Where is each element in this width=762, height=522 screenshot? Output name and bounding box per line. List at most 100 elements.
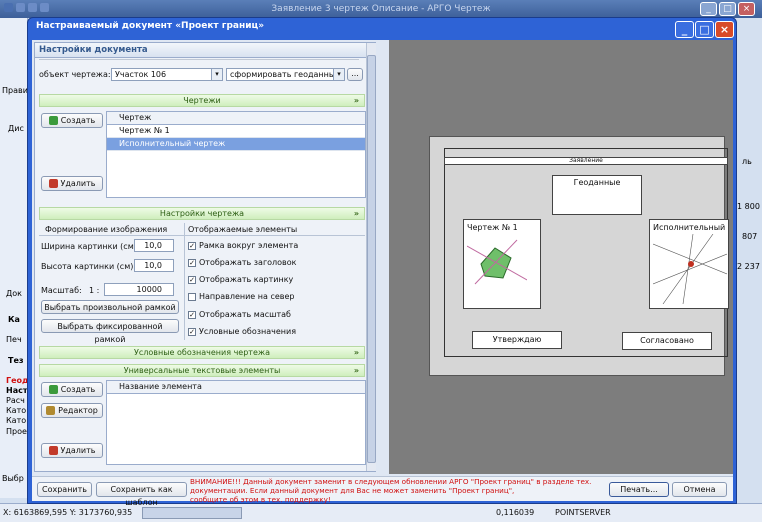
bg-label: Выбр xyxy=(2,474,24,483)
scale-readout: 0,116039 xyxy=(496,508,535,517)
save-as-template-button[interactable]: Сохранить как шаблон xyxy=(96,482,187,507)
snap-toolbar[interactable] xyxy=(142,507,242,519)
save-icon[interactable] xyxy=(16,3,25,12)
exec-drawing-frame[interactable]: Исполнительный чер xyxy=(649,219,729,309)
cancel-button[interactable]: Отмена xyxy=(672,482,727,497)
bg-tab[interactable]: Дис xyxy=(8,124,24,133)
close-button[interactable]: × xyxy=(715,21,734,38)
bg-label: Расч xyxy=(6,396,25,405)
geodata-frame[interactable]: Геоданные xyxy=(552,175,642,215)
object-label: объект чертежа: xyxy=(39,70,111,79)
scale-input[interactable]: 10000 xyxy=(104,283,174,296)
dialog-body: Настройки документа объект чертежа: Учас… xyxy=(32,40,733,507)
minimize-button[interactable]: _ xyxy=(675,21,694,38)
checkbox-scale[interactable]: ✓ Отображать масштаб xyxy=(188,310,291,319)
checkbox-label: Отображать заголовок xyxy=(199,258,297,267)
table-header: Название элемента xyxy=(107,381,365,394)
scrollbar[interactable] xyxy=(366,43,376,471)
bg-close-button[interactable]: × xyxy=(738,2,755,16)
plus-icon xyxy=(48,385,58,394)
warning-line: ВНИМАНИЕ!!! Данный документ заменит в сл… xyxy=(190,477,592,486)
checkbox-image[interactable]: ✓ Отображать картинку xyxy=(188,275,293,284)
redo-icon[interactable] xyxy=(40,3,49,12)
scale-label: Масштаб: xyxy=(41,286,82,295)
texts-header[interactable]: Универсальные текстовые элементы » xyxy=(39,364,365,377)
collapse-icon[interactable]: » xyxy=(354,95,359,107)
approve-label: Утверждаю xyxy=(492,335,542,344)
agreed-frame[interactable]: Согласовано xyxy=(622,332,712,350)
divider xyxy=(39,235,184,236)
height-input[interactable]: 10,0 xyxy=(134,259,174,272)
delete-text-button[interactable]: Удалить xyxy=(41,443,103,458)
bg-label: Прое xyxy=(6,427,27,436)
checkbox-icon[interactable]: ✓ xyxy=(188,310,196,319)
chevron-down-icon[interactable]: ▾ xyxy=(333,69,344,80)
action-select[interactable]: сформировать геоданные ▾ xyxy=(226,68,345,81)
bg-maximize-button[interactable]: □ xyxy=(719,2,736,16)
maximize-button[interactable]: □ xyxy=(695,21,714,38)
bg-tab[interactable]: Док xyxy=(6,289,22,298)
checkbox-frame[interactable]: ✓ Рамка вокруг элемента xyxy=(188,241,298,250)
more-button[interactable]: ... xyxy=(347,68,363,81)
object-select[interactable]: Участок 106 ▾ xyxy=(111,68,223,81)
drawings-table: Чертеж Чертеж № 1 Исполнительный чертеж xyxy=(106,111,366,198)
bg-value: 807 xyxy=(742,232,758,241)
bg-label: ль xyxy=(742,157,752,166)
status-bar: X: 6163869,595 Y: 3173760,935 0,116039 P… xyxy=(0,503,762,522)
checkbox-label: Отображать картинку xyxy=(199,275,294,284)
undo-icon[interactable] xyxy=(28,3,37,12)
delete-icon xyxy=(48,179,58,188)
checkbox-icon[interactable]: ✓ xyxy=(188,275,196,284)
scale-value: 10000 xyxy=(136,285,162,294)
bg-minimize-button[interactable]: _ xyxy=(700,2,717,16)
server-readout: POINTSERVER xyxy=(555,508,611,517)
select-arbitrary-frame-button[interactable]: Выбрать произвольной рамкой xyxy=(41,300,179,314)
collapse-icon[interactable]: » xyxy=(354,208,359,220)
clipped-row xyxy=(39,59,359,64)
checkbox-legend[interactable]: ✓ Условные обозначения xyxy=(188,327,296,336)
height-label: Высота картинки (см): xyxy=(41,262,137,271)
action-value: сформировать геоданные xyxy=(230,70,341,79)
checkbox-label: Направление на север xyxy=(199,292,295,301)
warning-line: документации. Если данный документ для В… xyxy=(190,486,515,495)
drawings-header-label: Чертежи xyxy=(183,96,221,105)
app-icon[interactable] xyxy=(4,3,13,12)
select-fixed-frame-button[interactable]: Выбрать фиксированной рамкой xyxy=(41,319,179,344)
collapse-icon[interactable]: » xyxy=(354,365,359,377)
drawing-settings-header[interactable]: Настройки чертежа » xyxy=(39,207,365,220)
delete-drawing-button[interactable]: Удалить xyxy=(41,176,103,191)
print-button[interactable]: Печать... xyxy=(609,482,669,497)
width-label: Ширина картинки (см): xyxy=(41,242,140,251)
width-input[interactable]: 10,0 xyxy=(134,239,174,252)
divider xyxy=(185,235,365,236)
legend-header[interactable]: Условные обозначения чертежа » xyxy=(39,346,365,359)
checkbox-label: Условные обозначения xyxy=(199,327,297,336)
dialog-title: Настраиваемый документ «Проект границ» xyxy=(36,21,265,31)
image-section-title: Формирование изображения xyxy=(45,225,168,234)
create-text-button[interactable]: Создать xyxy=(41,382,103,397)
expand-icon[interactable]: » xyxy=(354,347,359,359)
checkbox-icon[interactable]: ✓ xyxy=(188,258,196,267)
scrollbar-thumb[interactable] xyxy=(367,55,376,463)
create-drawing-button[interactable]: Создать xyxy=(41,113,103,128)
checkbox-title[interactable]: ✓ Отображать заголовок xyxy=(188,258,297,267)
quick-access-toolbar[interactable] xyxy=(4,3,64,15)
drawings-header[interactable]: Чертежи » xyxy=(39,94,365,107)
checkbox-icon[interactable]: ✓ xyxy=(188,241,196,250)
checkbox-north[interactable]: Направление на север xyxy=(188,292,294,301)
warning-text: ВНИМАНИЕ!!! Данный документ заменит в сл… xyxy=(190,477,591,504)
checkbox-label: Отображать масштаб xyxy=(199,310,291,319)
agreed-label: Согласовано xyxy=(640,336,694,345)
save-button[interactable]: Сохранить xyxy=(37,482,92,497)
checkbox-icon[interactable] xyxy=(188,292,196,301)
table-row-selected[interactable]: Исполнительный чертеж xyxy=(107,138,365,151)
drawing1-frame[interactable]: Чертеж № 1 xyxy=(463,219,541,309)
table-row[interactable]: Чертеж № 1 xyxy=(107,125,365,138)
create-text-label: Создать xyxy=(60,385,96,394)
checkbox-label: Рамка вокруг элемента xyxy=(199,241,299,250)
texts-table: Название элемента xyxy=(106,380,366,465)
editor-button[interactable]: Редактор xyxy=(41,403,103,418)
approve-frame[interactable]: Утверждаю xyxy=(472,331,562,349)
chevron-down-icon[interactable]: ▾ xyxy=(211,69,222,80)
checkbox-icon[interactable]: ✓ xyxy=(188,327,196,336)
